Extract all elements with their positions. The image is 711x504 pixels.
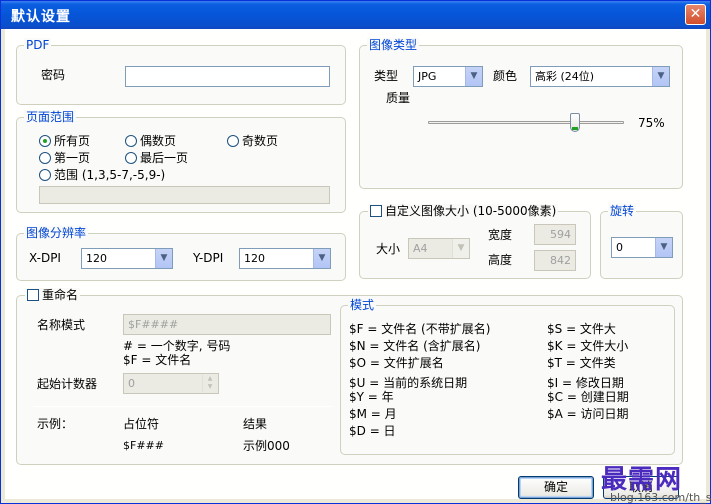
password-field[interactable]: [125, 66, 330, 87]
close-icon[interactable]: ✕: [685, 4, 706, 25]
mode-left-5: $M = 月: [349, 407, 397, 421]
rename-separator: [33, 406, 333, 407]
placeholder-header: 占位符: [123, 417, 160, 431]
chevron-down-icon[interactable]: ▼: [155, 249, 172, 268]
radio-icon: [227, 135, 239, 147]
custom-size-checkbox[interactable]: [370, 205, 382, 217]
mode-right-3: $I = 修改日期: [547, 376, 624, 390]
result-example: 示例000: [243, 439, 290, 453]
radio-odd-pages[interactable]: 奇数页: [227, 134, 278, 148]
radio-first-page[interactable]: 第一页: [39, 151, 90, 165]
ok-button[interactable]: 确定: [518, 476, 594, 499]
chevron-down-icon[interactable]: ▼: [313, 249, 330, 268]
pdf-group: PDF 密码: [16, 38, 346, 105]
radio-custom-range[interactable]: 范围 (1,3,5-7,-5,9-): [39, 168, 165, 182]
dialog-client: PDF 密码 页面范围 所有页 偶数页 奇数页 第一页 最后一页 范围 (1,3: [5, 29, 706, 499]
rotate-select[interactable]: 0 ▼: [611, 237, 673, 258]
width-field[interactable]: 594: [534, 224, 576, 245]
counter-label: 起始计数器: [37, 377, 98, 391]
xdpi-select[interactable]: 120 ▼: [81, 248, 173, 269]
type-select[interactable]: JPG ▼: [413, 66, 483, 87]
quality-slider-track[interactable]: [428, 121, 624, 124]
ydpi-label: Y-DPI: [193, 251, 224, 265]
color-label: 颜色: [493, 69, 518, 83]
mode-right-0: $S = 文件大: [547, 322, 616, 336]
image-type-legend: 图像类型: [367, 38, 420, 52]
radio-even-pages[interactable]: 偶数页: [125, 134, 176, 148]
xdpi-label: X-DPI: [29, 251, 61, 265]
resolution-legend: 图像分辨率: [24, 226, 89, 240]
radio-icon: [125, 152, 137, 164]
radio-selected-icon: [39, 135, 51, 147]
type-label: 类型: [374, 69, 399, 83]
image-type-group: 图像类型 类型 JPG ▼ 颜色 高彩 (24位) ▼ 质量 75%: [359, 38, 683, 189]
custom-size-group: 自定义图像大小 (10-5000像素) 大小 A4 ▼ 宽度 594 高度 84…: [359, 204, 591, 279]
mode-right-1: $K = 文件大小: [547, 339, 629, 353]
result-header: 结果: [243, 417, 268, 431]
height-field[interactable]: 842: [534, 250, 576, 271]
chevron-down-icon[interactable]: ▼: [465, 67, 482, 86]
quality-percent: 75%: [638, 116, 665, 130]
radio-icon: [39, 169, 51, 181]
width-label: 宽度: [488, 228, 513, 242]
chevron-down-icon[interactable]: ▼: [452, 239, 469, 258]
counter-stepper[interactable]: 0 ▲ ▼: [123, 373, 219, 394]
mode-left-0: $F = 文件名 (不带扩展名): [349, 322, 491, 336]
rename-legend[interactable]: 重命名: [25, 288, 81, 302]
mode-left-3: $U = 当前的系统日期: [349, 376, 468, 390]
page-range-legend: 页面范围: [24, 110, 77, 124]
radio-icon: [39, 152, 51, 164]
size-label: 大小: [376, 242, 401, 256]
ydpi-select[interactable]: 120 ▼: [239, 248, 331, 269]
quality-label: 质量: [386, 91, 411, 105]
window-title: 默认设置: [11, 9, 71, 25]
spin-arrows-icon[interactable]: ▲ ▼: [202, 375, 217, 392]
color-select[interactable]: 高彩 (24位) ▼: [530, 66, 670, 87]
range-input[interactable]: [39, 186, 330, 204]
rename-checkbox[interactable]: [27, 289, 39, 301]
settings-dialog: 默认设置 ✕ PDF 密码 页面范围 所有页 偶数页 奇数页 第一页 最后一页 …: [0, 0, 711, 504]
modes-legend: 模式: [348, 298, 377, 312]
chevron-down-icon[interactable]: ▼: [652, 67, 669, 86]
rotate-legend: 旋转: [608, 204, 637, 218]
mode-left-2: $O = 文件扩展名: [349, 356, 444, 370]
mode-left-6: $D = 日: [349, 424, 396, 438]
rotate-group: 旋转 0 ▼: [600, 204, 683, 279]
watermark-url: blog.163.com/th_siy: [610, 491, 711, 504]
page-range-group: 页面范围 所有页 偶数页 奇数页 第一页 最后一页 范围 (1,3,5-7,-5…: [16, 110, 346, 213]
resolution-group: 图像分辨率 X-DPI 120 ▼ Y-DPI 120 ▼: [16, 226, 346, 281]
height-label: 高度: [488, 253, 513, 267]
example-label: 示例：: [37, 417, 74, 431]
pdf-legend: PDF: [24, 38, 52, 52]
size-select[interactable]: A4 ▼: [408, 238, 470, 259]
modes-group: 模式 $F = 文件名 (不带扩展名) $N = 文件名 (含扩展名) $O =…: [340, 298, 675, 455]
mode-right-2: $T = 文件类: [547, 356, 616, 370]
mode-right-4: $C = 创建日期: [547, 390, 629, 404]
mode-left-4: $Y = 年: [349, 390, 394, 404]
title-bar[interactable]: 默认设置 ✕: [1, 1, 710, 29]
chevron-down-icon[interactable]: ▼: [655, 238, 672, 257]
mode-left-1: $N = 文件名 (含扩展名): [349, 339, 481, 353]
radio-all-pages[interactable]: 所有页: [39, 134, 90, 148]
quality-slider-thumb[interactable]: [570, 113, 580, 132]
radio-icon: [125, 135, 137, 147]
placeholder-example: $F###: [123, 439, 164, 452]
radio-last-page[interactable]: 最后一页: [125, 151, 188, 165]
mode-right-5: $A = 访问日期: [547, 407, 629, 421]
pattern-label: 名称模式: [37, 318, 86, 332]
pattern-hint-digit: # = 一个数字, 号码: [123, 339, 231, 353]
custom-size-legend[interactable]: 自定义图像大小 (10-5000像素): [368, 204, 559, 218]
password-label: 密码: [41, 68, 66, 82]
pattern-field[interactable]: $F####: [123, 314, 331, 335]
pattern-hint-filename: $F = 文件名: [123, 353, 192, 367]
